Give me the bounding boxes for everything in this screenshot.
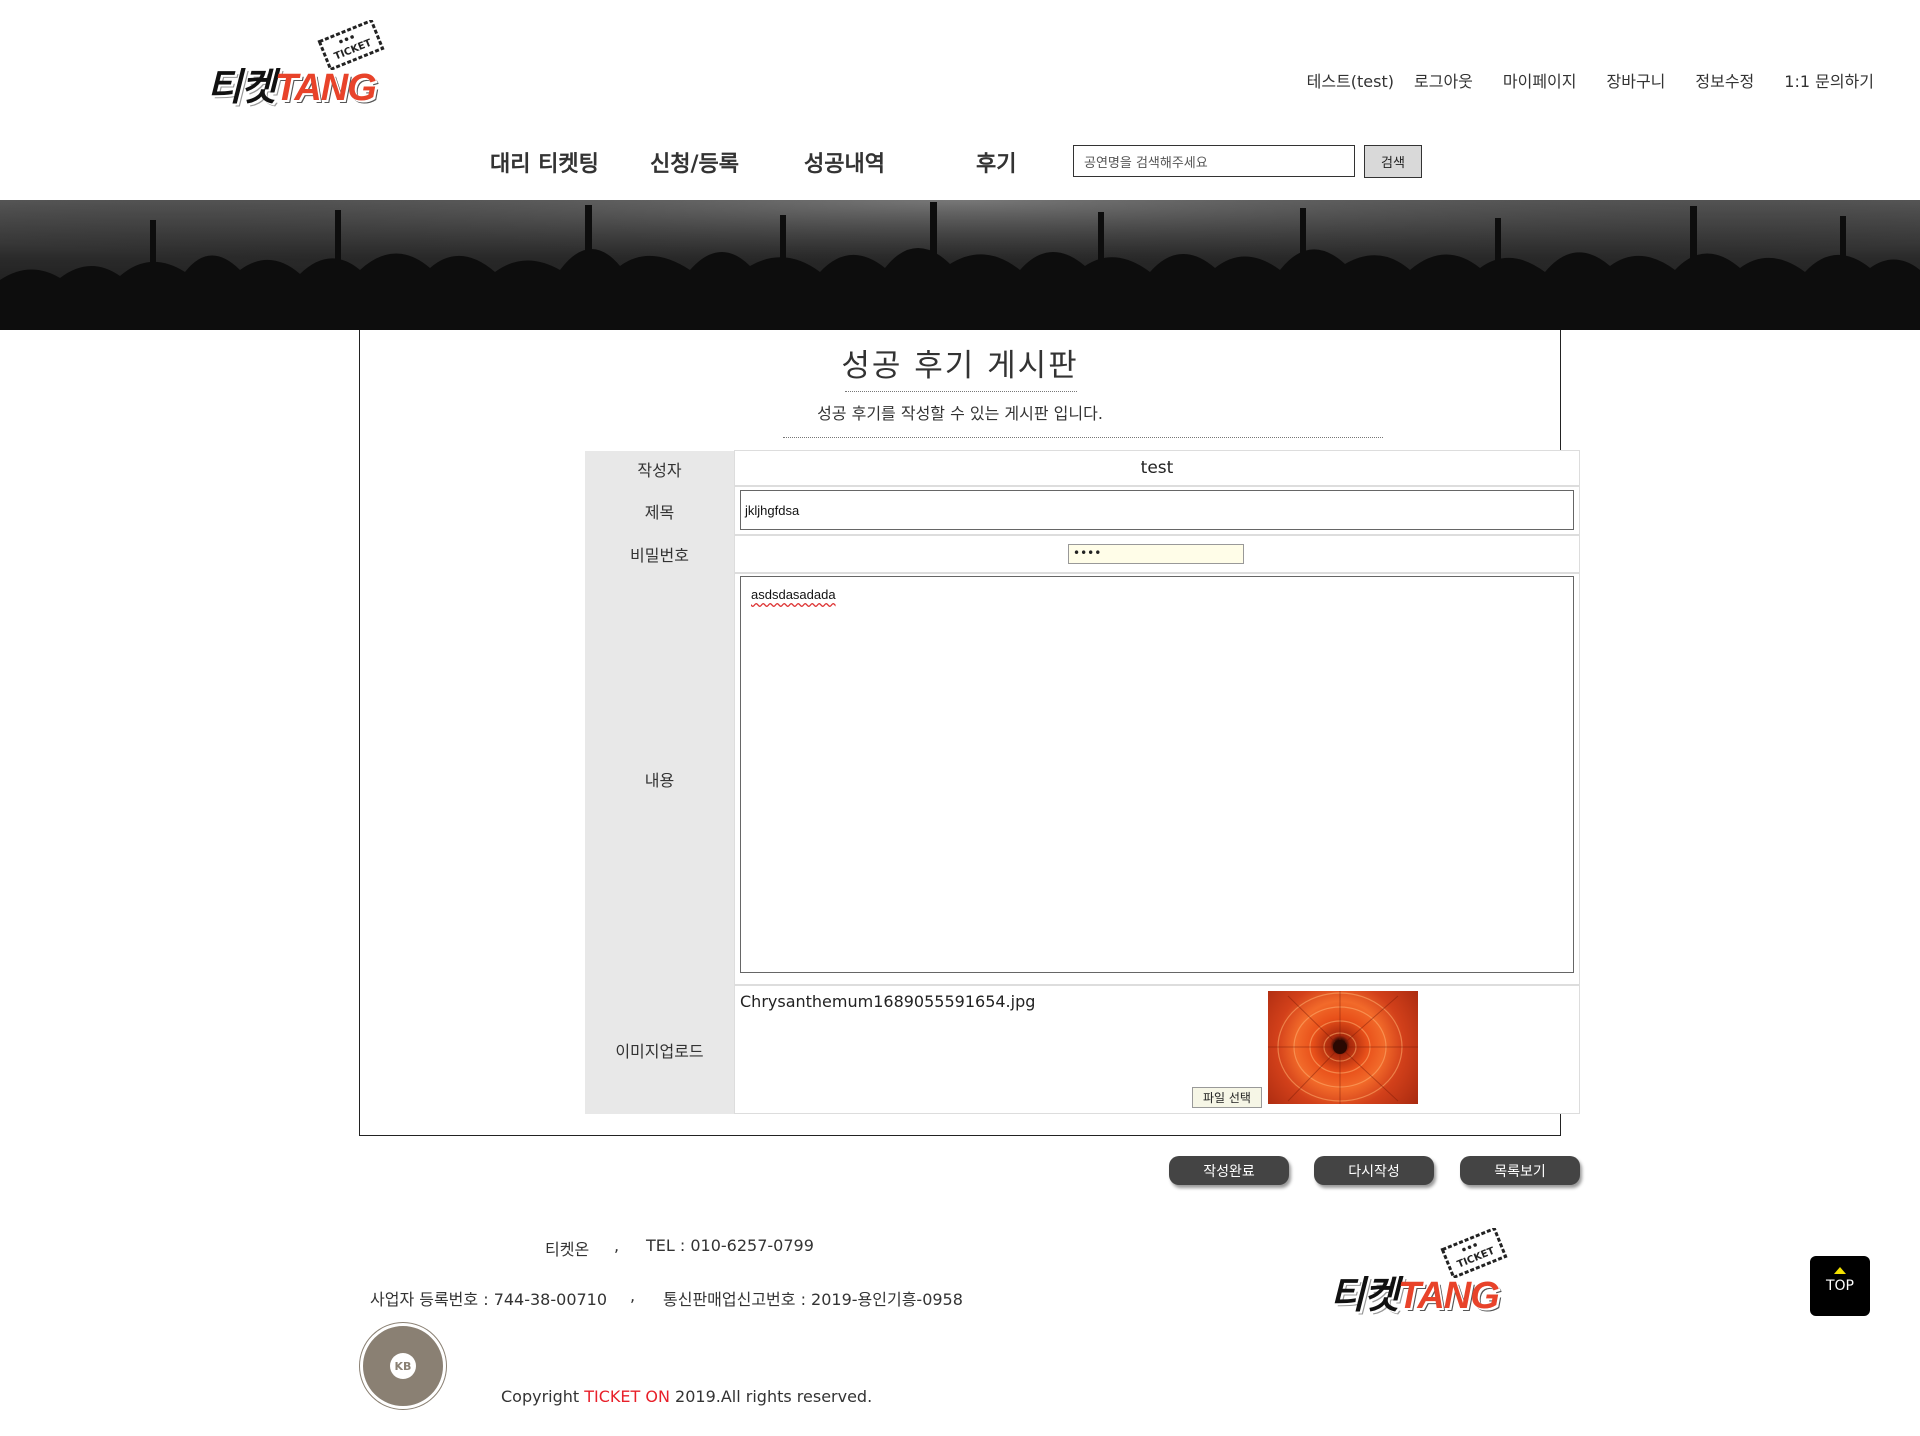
nav-reviews[interactable]: 후기 (976, 146, 1016, 178)
password-input[interactable]: •••• (1068, 544, 1244, 564)
nav-proxy-ticketing[interactable]: 대리 티켓팅 (490, 146, 599, 178)
footer-copyright: Copyright TICKET ON 2019.All rights rese… (501, 1387, 872, 1406)
arrow-up-icon (1834, 1267, 1846, 1274)
footer-mail-order: 통신판매업신고번호 : 2019-용인기흥-0958 (663, 1290, 963, 1309)
content-textarea[interactable]: asdsdasadada (740, 576, 1574, 973)
footer-tel: TEL : 010-6257-0799 (646, 1236, 814, 1255)
subtitle-divider (783, 437, 1383, 438)
nav-apply-register[interactable]: 신청/등록 (650, 146, 739, 178)
edit-profile-link[interactable]: 정보수정 (1695, 68, 1754, 92)
user-name-link[interactable]: 테스트(test) (1307, 68, 1394, 92)
top-button-label: TOP (1825, 1278, 1854, 1294)
file-select-button[interactable]: 파일 선택 (1192, 1087, 1262, 1108)
footer-logo-text-dark: 티켓 (1330, 1275, 1399, 1317)
image-filename: Chrysanthemum1689055591654.jpg (740, 992, 1036, 1011)
footer-biz-no: 사업자 등록번호 : 744-38-00710 (370, 1290, 608, 1309)
footer-company: 티켓온 (545, 1240, 590, 1259)
rewrite-button[interactable]: 다시작성 (1314, 1156, 1434, 1185)
crowd-silhouette-image (0, 200, 1920, 330)
uploaded-image-preview (1268, 991, 1418, 1104)
board-subtitle: 성공 후기를 작성할 수 있는 게시판 입니다. (817, 404, 1103, 423)
footer-sep-2: , (630, 1286, 636, 1305)
board-title: 성공 후기 게시판 (841, 348, 1079, 384)
footer-logo-text-accent: TANG (1397, 1275, 1500, 1317)
content-label: 내용 (585, 573, 734, 985)
scroll-top-button[interactable]: TOP (1810, 1256, 1870, 1316)
search-button[interactable]: 검색 (1364, 145, 1422, 178)
author-cell: test (734, 450, 1580, 486)
footer-logo: TICKET 티켓TANG (1330, 1228, 1510, 1317)
title-label: 제목 (585, 486, 734, 535)
kb-escrow-badge: KB (360, 1323, 446, 1409)
footer-sep-1: , (614, 1236, 620, 1255)
list-button[interactable]: 목록보기 (1460, 1156, 1580, 1185)
copyright-brand: TICKET ON (584, 1387, 670, 1406)
kb-badge-text: KB (390, 1353, 416, 1379)
mypage-link[interactable]: 마이페이지 (1503, 68, 1577, 92)
title-divider (845, 391, 1077, 392)
nav-success-history[interactable]: 성공내역 (804, 146, 885, 178)
title-input-value: jkljhgfdsa (745, 502, 800, 518)
author-label: 작성자 (585, 451, 734, 486)
cart-link[interactable]: 장바구니 (1607, 68, 1666, 92)
password-label: 비밀번호 (585, 535, 734, 573)
copyright-prefix: Copyright (501, 1387, 585, 1406)
author-value: test (1140, 458, 1174, 478)
password-value: •••• (1073, 546, 1102, 560)
copyright-suffix: 2019.All rights reserved. (669, 1387, 873, 1406)
inquiry-link[interactable]: 1:1 문의하기 (1784, 68, 1874, 92)
content-value: asdsdasadada (751, 587, 836, 602)
search-placeholder: 공연명을 검색해주세요 (1084, 155, 1208, 171)
logout-link[interactable]: 로그아웃 (1414, 68, 1473, 92)
concert-banner (0, 200, 1920, 330)
site-logo[interactable]: TICKET 티켓TANG (207, 20, 387, 109)
logo-text-dark: 티켓 (207, 67, 276, 109)
logo-text-accent: TANG (274, 67, 377, 109)
image-upload-label: 이미지업로드 (585, 985, 734, 1114)
search-input[interactable]: 공연명을 검색해주세요 (1073, 145, 1355, 177)
user-nav: 테스트(test) 로그아웃 마이페이지 장바구니 정보수정 1:1 문의하기 (1307, 68, 1874, 92)
chrysanthemum-image (1268, 991, 1418, 1104)
submit-button[interactable]: 작성완료 (1169, 1156, 1289, 1185)
title-input[interactable]: jkljhgfdsa (740, 490, 1574, 530)
